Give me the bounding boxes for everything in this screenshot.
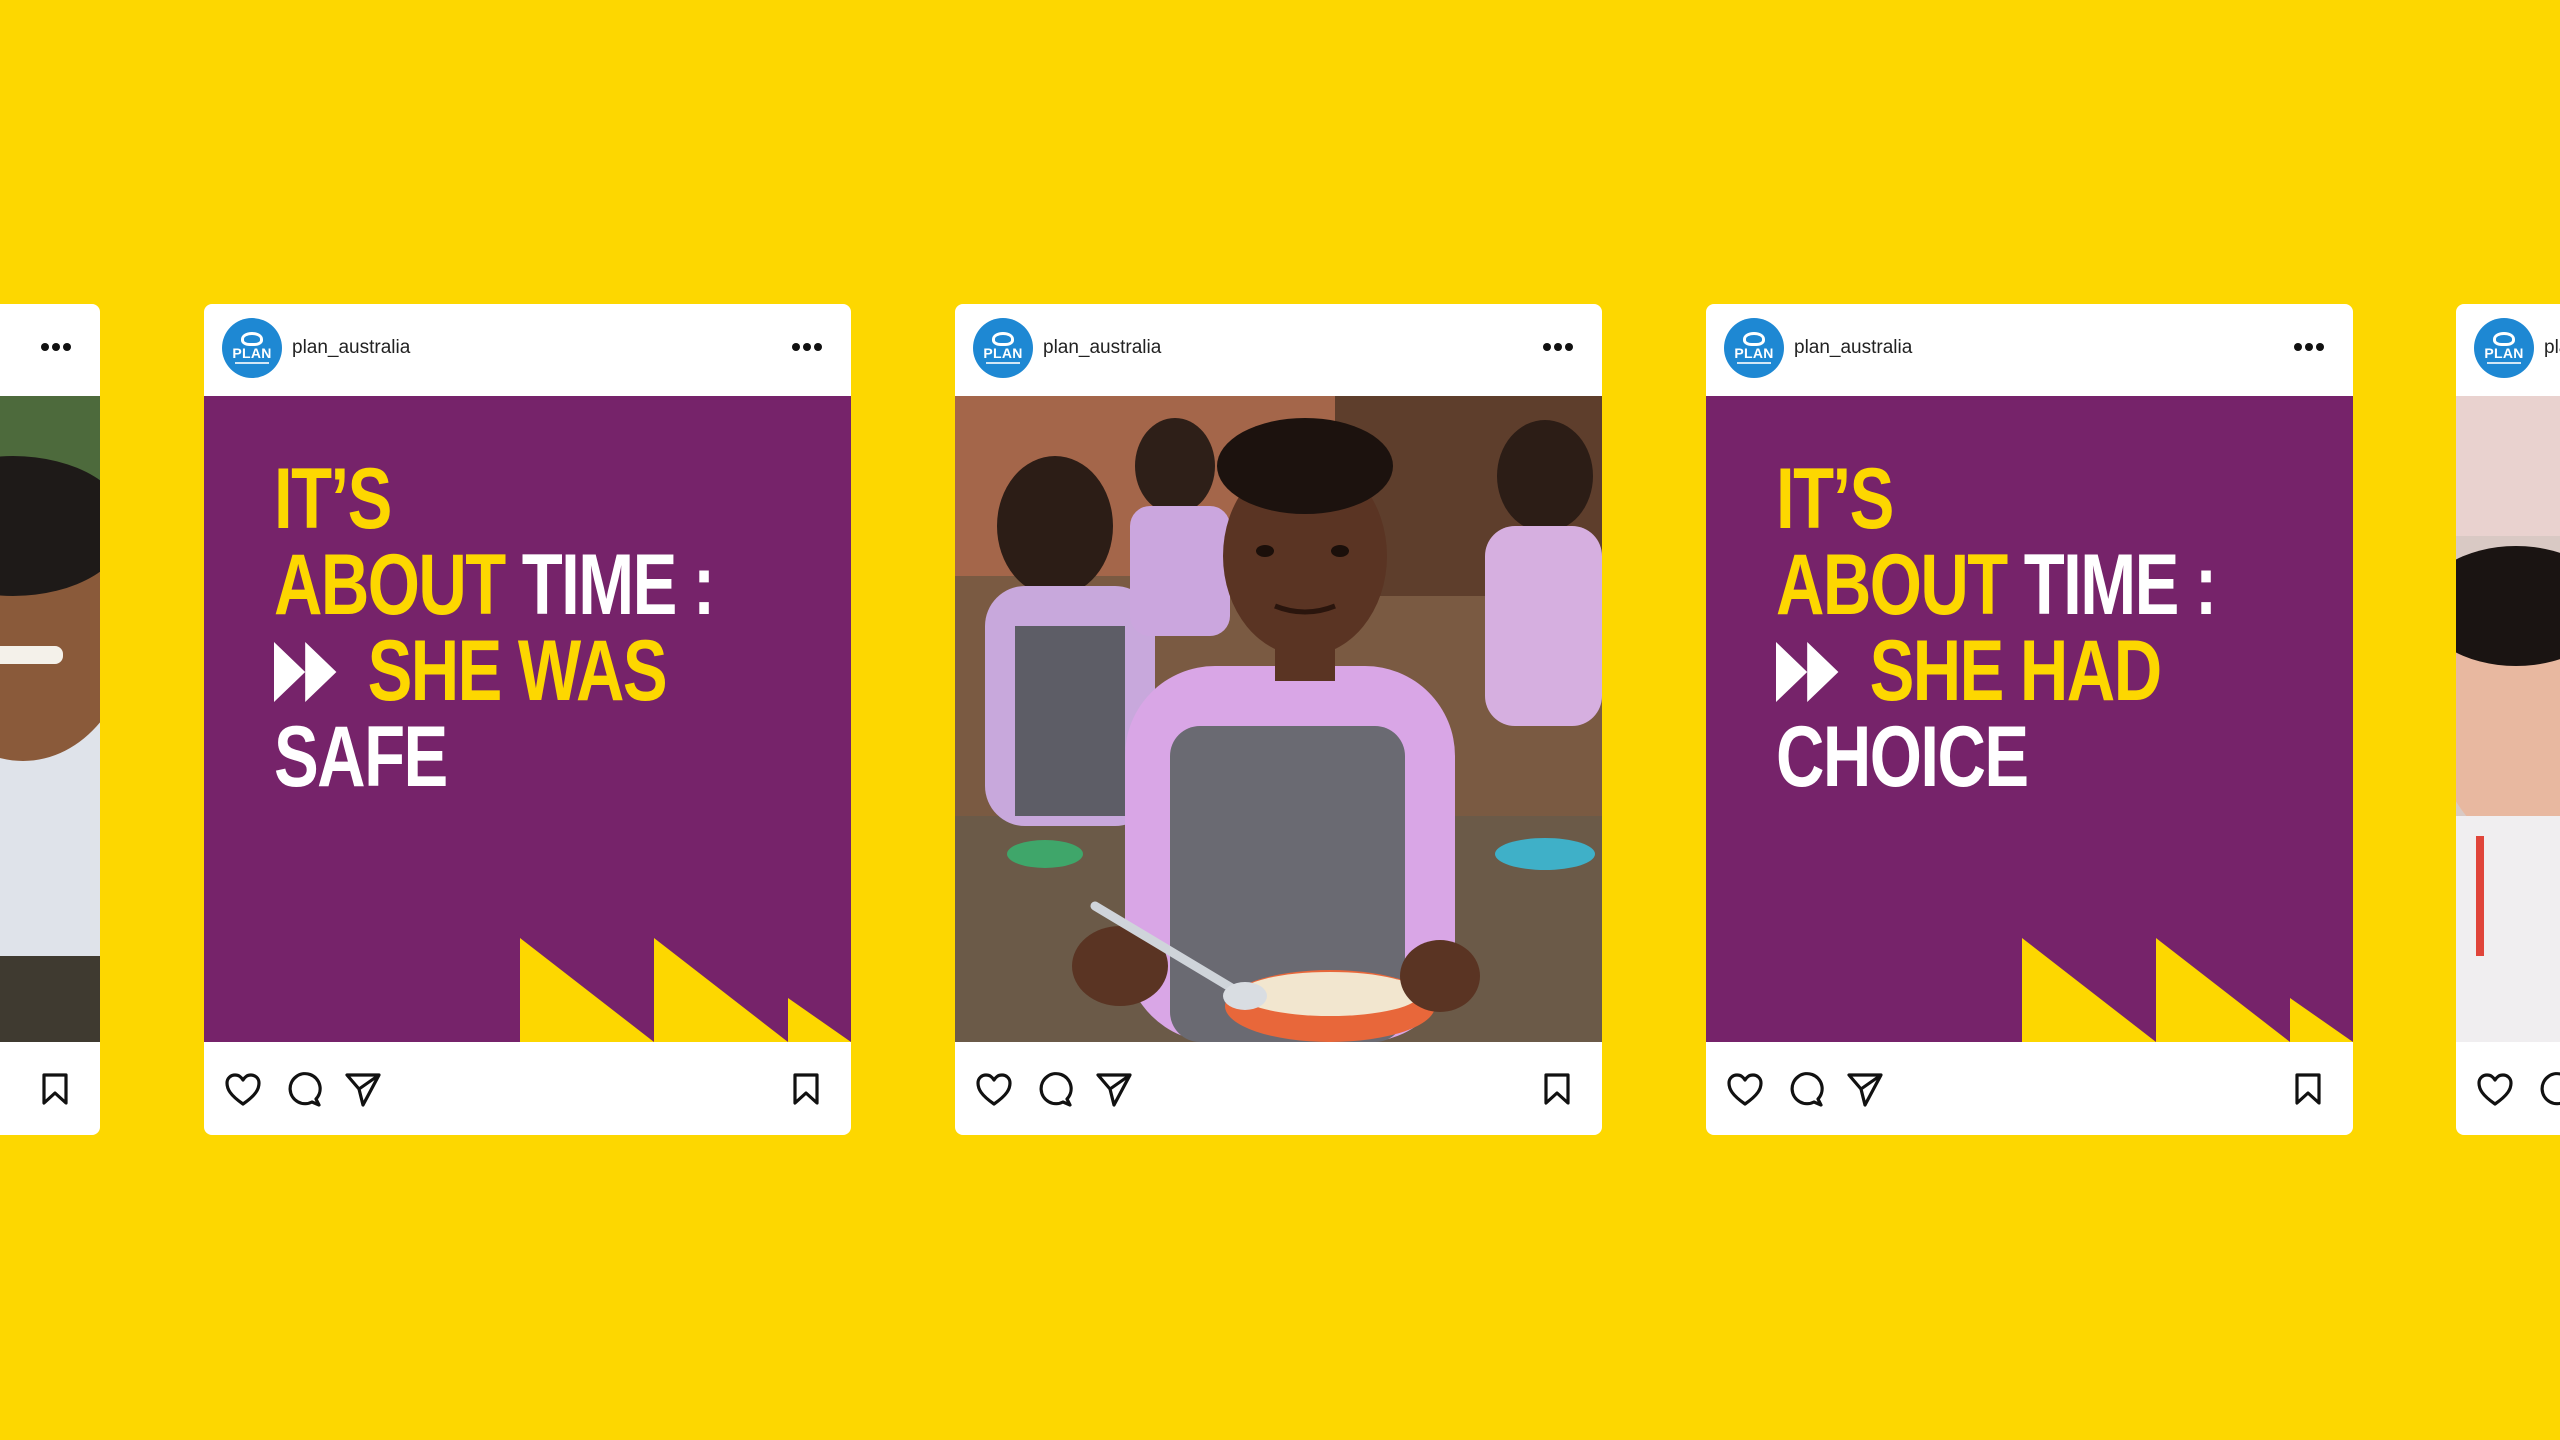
comment-icon[interactable] bbox=[2538, 1072, 2560, 1108]
headline-word-about: ABOUT bbox=[274, 537, 506, 633]
more-horizontal-icon[interactable] bbox=[791, 340, 823, 354]
more-horizontal-icon[interactable] bbox=[2293, 340, 2325, 354]
instagram-carousel-showcase: PLAN plan_australia IT’S ABOUT TIME : SH… bbox=[0, 0, 2560, 1440]
heart-icon[interactable] bbox=[2476, 1072, 2514, 1108]
post-photo bbox=[955, 396, 1602, 1042]
bookmark-icon[interactable] bbox=[791, 1072, 821, 1106]
post-header: PLAN plan_australia bbox=[204, 304, 851, 396]
headline-word-time: TIME : bbox=[2023, 537, 2217, 633]
profile-avatar[interactable]: PLAN bbox=[973, 318, 1033, 378]
post-action-bar bbox=[955, 1042, 1602, 1135]
more-horizontal-icon[interactable] bbox=[40, 340, 72, 354]
post-header: PLAN plan_australia bbox=[1706, 304, 2353, 396]
post-action-bar bbox=[1706, 1042, 2353, 1135]
headline-word-about: ABOUT bbox=[1776, 537, 2008, 633]
fast-forward-icon bbox=[274, 642, 337, 702]
student-photo-image bbox=[2456, 396, 2560, 1042]
avatar-underline bbox=[986, 362, 1020, 364]
username-link[interactable]: plan_australia bbox=[2544, 337, 2560, 359]
comment-icon[interactable] bbox=[286, 1072, 322, 1108]
more-horizontal-icon[interactable] bbox=[1542, 340, 1574, 354]
avatar-underline bbox=[235, 362, 269, 364]
post-action-bar bbox=[2456, 1042, 2560, 1135]
headline-line-4: CHOICE bbox=[1776, 709, 2029, 805]
post-graphic: IT’S ABOUT TIME : SHE WAS SAFE bbox=[204, 396, 851, 1042]
schoolgirl-eating-photo bbox=[955, 396, 1602, 1042]
post-header: PLAN plan_australia bbox=[955, 304, 1602, 396]
post-card-she-had-choice[interactable]: PLAN plan_australia IT’S ABOUT TIME : SH… bbox=[1706, 304, 2353, 1135]
headline-word-time: TIME : bbox=[521, 537, 715, 633]
plan-logo-icon bbox=[992, 332, 1014, 346]
headline-line-1: IT’S bbox=[1776, 451, 1894, 547]
post-photo bbox=[0, 396, 100, 1042]
heart-icon[interactable] bbox=[1726, 1072, 1764, 1108]
post-action-bar bbox=[204, 1042, 851, 1135]
avatar-logo-text: PLAN bbox=[2484, 345, 2524, 361]
avatar-logo-text: PLAN bbox=[1734, 345, 1774, 361]
post-card-partial-right[interactable]: PLAN plan_australia bbox=[2456, 304, 2560, 1135]
avatar-logo-text: PLAN bbox=[983, 345, 1023, 361]
username-link[interactable]: plan_australia bbox=[1794, 337, 1912, 359]
comment-icon[interactable] bbox=[1037, 1072, 1073, 1108]
post-graphic: IT’S ABOUT TIME : SHE HAD CHOICE bbox=[1706, 396, 2353, 1042]
headline-line-3: SHE WAS bbox=[367, 623, 668, 719]
username-link[interactable]: plan_australia bbox=[1043, 337, 1161, 359]
campaign-headline: IT’S ABOUT TIME : SHE HAD CHOICE bbox=[1776, 451, 2217, 805]
campaign-headline: IT’S ABOUT TIME : SHE WAS SAFE bbox=[274, 451, 715, 805]
student-photo-image bbox=[0, 396, 100, 1042]
post-photo bbox=[2456, 396, 2560, 1042]
plan-logo-icon bbox=[2493, 332, 2515, 346]
post-card-partial-left[interactable] bbox=[0, 304, 100, 1135]
avatar-underline bbox=[2487, 362, 2521, 364]
bookmark-icon[interactable] bbox=[40, 1072, 70, 1106]
profile-avatar[interactable]: PLAN bbox=[1724, 318, 1784, 378]
post-card-photo[interactable]: PLAN plan_australia bbox=[955, 304, 1602, 1135]
heart-icon[interactable] bbox=[224, 1072, 262, 1108]
avatar-underline bbox=[1737, 362, 1771, 364]
chevron-graphic bbox=[520, 938, 851, 1042]
post-header: PLAN plan_australia bbox=[2456, 304, 2560, 396]
chevron-graphic bbox=[2022, 938, 2353, 1042]
post-action-bar bbox=[0, 1042, 100, 1135]
heart-icon[interactable] bbox=[975, 1072, 1013, 1108]
send-icon[interactable] bbox=[1095, 1072, 1133, 1108]
headline-line-1: IT’S bbox=[274, 451, 392, 547]
avatar-logo-text: PLAN bbox=[232, 345, 272, 361]
plan-logo-icon bbox=[241, 332, 263, 346]
comment-icon[interactable] bbox=[1788, 1072, 1824, 1108]
fast-forward-icon bbox=[1776, 642, 1839, 702]
headline-line-3: SHE HAD bbox=[1869, 623, 2163, 719]
bookmark-icon[interactable] bbox=[1542, 1072, 1572, 1106]
post-header bbox=[0, 304, 100, 396]
username-link[interactable]: plan_australia bbox=[292, 337, 410, 359]
send-icon[interactable] bbox=[1846, 1072, 1884, 1108]
bookmark-icon[interactable] bbox=[2293, 1072, 2323, 1106]
profile-avatar[interactable]: PLAN bbox=[222, 318, 282, 378]
send-icon[interactable] bbox=[344, 1072, 382, 1108]
post-card-she-was-safe[interactable]: PLAN plan_australia IT’S ABOUT TIME : SH… bbox=[204, 304, 851, 1135]
profile-avatar[interactable]: PLAN bbox=[2474, 318, 2534, 378]
plan-logo-icon bbox=[1743, 332, 1765, 346]
headline-line-4: SAFE bbox=[274, 709, 448, 805]
